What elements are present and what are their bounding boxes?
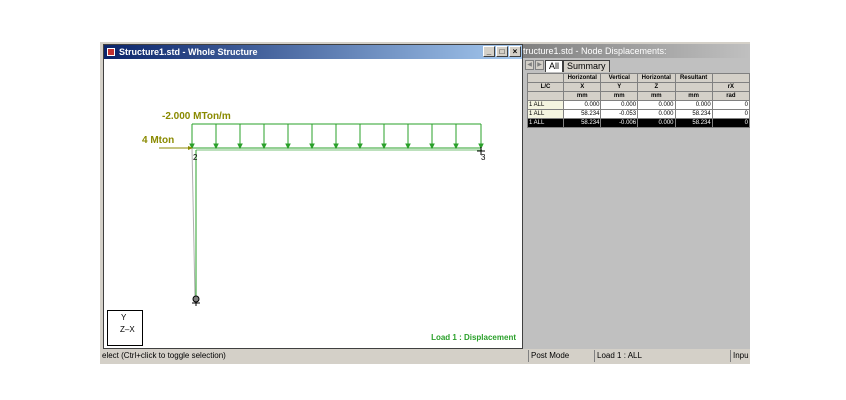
status-mode: Post Mode bbox=[528, 350, 593, 362]
node-2-label: 2 bbox=[193, 153, 198, 162]
structure-window-icon bbox=[107, 48, 115, 56]
header-row-3: mm mm mm mm rad bbox=[526, 91, 750, 101]
table-cell[interactable]: 0.000 bbox=[637, 109, 676, 119]
table-cell[interactable]: 58.234 bbox=[674, 118, 713, 128]
header-cell bbox=[526, 91, 565, 101]
table-cell[interactable]: 0 bbox=[711, 118, 750, 128]
status-load: Load 1 : ALL bbox=[594, 350, 729, 362]
displacement-table[interactable]: Horizontal Vertical Horizontal Resultant… bbox=[526, 73, 750, 128]
axis-y-label: Y bbox=[121, 313, 127, 322]
axis-zx-label: Z–X bbox=[120, 325, 135, 334]
table-cell[interactable]: 0.000 bbox=[674, 100, 713, 110]
axis-triad: Y Z–X bbox=[107, 310, 143, 346]
load-case-label: Load 1 : Displacement bbox=[431, 333, 516, 342]
tab-strip: ◀ ▶ All Summary bbox=[525, 60, 610, 72]
header-cell bbox=[526, 73, 565, 83]
table-cell[interactable]: 0.000 bbox=[637, 100, 676, 110]
udl-label: -2.000 MTon/m bbox=[162, 111, 231, 122]
table-cell[interactable]: -0.006 bbox=[600, 118, 639, 128]
header-cell: Horizontal bbox=[637, 73, 676, 83]
node-displacements-window[interactable]: tructure1.std - Node Displacements: ◀ ▶ Al… bbox=[523, 44, 750, 349]
header-row-2: L/C X Y Z rX bbox=[526, 82, 750, 92]
header-row-1: Horizontal Vertical Horizontal Resultant bbox=[526, 73, 750, 83]
header-cell: mm bbox=[563, 91, 602, 101]
table-cell[interactable]: 1 ALL bbox=[526, 100, 565, 110]
tab-prev-icon[interactable]: ◀ bbox=[525, 60, 534, 70]
structure-viewport[interactable]: -2.000 MTon/m 4 Mton 2 3 Load 1 : Displa… bbox=[104, 59, 522, 348]
table-cell[interactable]: 0 bbox=[711, 100, 750, 110]
header-cell: rX bbox=[711, 82, 750, 92]
table-cell[interactable]: 58.234 bbox=[674, 109, 713, 119]
tab-next-icon[interactable]: ▶ bbox=[535, 60, 544, 70]
window-title: Structure1.std - Whole Structure bbox=[119, 47, 258, 57]
close-button[interactable]: × bbox=[509, 46, 521, 57]
udl-arrows bbox=[189, 124, 484, 150]
header-cell: Z bbox=[637, 82, 676, 92]
whole-structure-titlebar[interactable]: Structure1.std - Whole Structure _ □ × bbox=[104, 45, 522, 59]
table-cell[interactable]: 1 ALL bbox=[526, 118, 565, 128]
structure-drawing bbox=[159, 123, 485, 306]
status-input: Inpu bbox=[730, 350, 751, 362]
table-cell[interactable]: 58.234 bbox=[563, 109, 602, 119]
pin-support bbox=[192, 295, 200, 306]
header-cell: rad bbox=[711, 91, 750, 101]
tab-all[interactable]: All bbox=[545, 60, 564, 72]
header-cell: Resultant bbox=[674, 73, 713, 83]
header-cell: mm bbox=[674, 91, 713, 101]
status-hint: elect (Ctrl+click to toggle selection) bbox=[102, 351, 226, 360]
status-bar: elect (Ctrl+click to toggle selection) P… bbox=[100, 350, 750, 362]
table-cell[interactable]: 0.000 bbox=[637, 118, 676, 128]
point-load-label: 4 Mton bbox=[142, 135, 175, 146]
header-cell: mm bbox=[600, 91, 639, 101]
header-cell: mm bbox=[637, 91, 676, 101]
header-cell bbox=[674, 82, 713, 92]
header-cell: L/C bbox=[526, 82, 565, 92]
table-cell[interactable]: -0.053 bbox=[600, 109, 639, 119]
table-cell[interactable]: 0 bbox=[711, 109, 750, 119]
node-3-label: 3 bbox=[481, 153, 486, 162]
table-cell[interactable]: 58.234 bbox=[563, 118, 602, 128]
table-cell[interactable]: 0.000 bbox=[600, 100, 639, 110]
node-displacements-titlebar[interactable]: tructure1.std - Node Displacements: bbox=[523, 44, 750, 58]
whole-structure-window[interactable]: Structure1.std - Whole Structure _ □ × -… bbox=[103, 44, 523, 349]
header-cell bbox=[711, 73, 750, 83]
table-row-selected[interactable]: 1 ALL 58.234 -0.006 0.000 58.234 0 bbox=[526, 118, 750, 128]
minimize-button[interactable]: _ bbox=[483, 46, 495, 57]
header-cell: Vertical bbox=[600, 73, 639, 83]
table-row[interactable]: 1 ALL 0.000 0.000 0.000 0.000 0 bbox=[526, 100, 750, 110]
table-row[interactable]: 1 ALL 58.234 -0.053 0.000 58.234 0 bbox=[526, 109, 750, 119]
maximize-button[interactable]: □ bbox=[496, 46, 508, 57]
header-cell: Y bbox=[600, 82, 639, 92]
table-cell[interactable]: 0.000 bbox=[563, 100, 602, 110]
tab-summary[interactable]: Summary bbox=[563, 60, 610, 72]
table-cell[interactable]: 1 ALL bbox=[526, 109, 565, 119]
header-cell: Horizontal bbox=[563, 73, 602, 83]
column-original bbox=[191, 147, 196, 300]
header-cell: X bbox=[563, 82, 602, 92]
